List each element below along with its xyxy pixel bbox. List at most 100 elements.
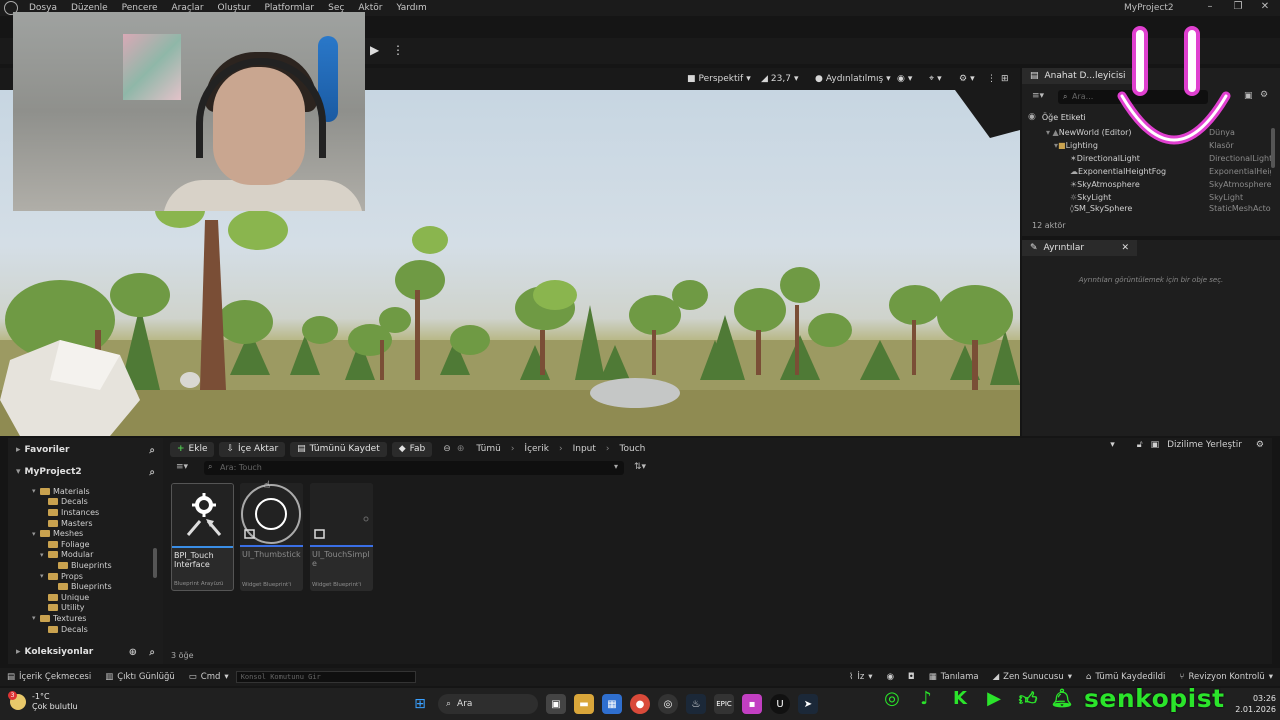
trace-button[interactable]: ⌇ İz ▾ (842, 672, 879, 682)
transform-tools-button[interactable]: ⌖ ▾ (924, 72, 947, 86)
tree-folder[interactable]: ▾ Meshes (8, 528, 158, 539)
tree-folder[interactable]: ▾ Modular (8, 550, 158, 561)
tree-folder[interactable]: ▾ Textures (8, 613, 158, 624)
output-log-button[interactable]: ▥ Çıktı Günlüğü (98, 672, 182, 682)
asset-tile[interactable]: UI_Thumbstick Widget Blueprint'i (240, 483, 303, 591)
search-icon[interactable]: ⌕ (149, 467, 155, 478)
history-back-icon[interactable]: ⊖ (443, 444, 451, 454)
outliner-row[interactable]: ☼ SkyLight SkyLight (1022, 191, 1272, 204)
unreal-engine-icon[interactable]: U (770, 694, 790, 714)
tree-folder[interactable]: Foliage (8, 539, 158, 550)
show-flags-button[interactable]: ◉ ▾ (892, 72, 917, 86)
details-tab-label: Ayrıntılar (1043, 243, 1085, 253)
folder-icon (48, 519, 58, 527)
record-icon: ◉ (886, 672, 894, 682)
snapshot-button[interactable]: ◘ (901, 672, 922, 682)
file-explorer-icon[interactable]: ▬ (574, 694, 594, 714)
lighting-mode-button[interactable]: ● Aydınlatılmış ▾ (810, 72, 896, 86)
system-clock[interactable]: 03:26 2.01.2026 (1232, 693, 1276, 715)
asset-tile[interactable]: UI_TouchSimple Widget Blueprint'i (310, 483, 373, 591)
obs-icon[interactable]: ◎ (658, 694, 678, 714)
layout-button[interactable]: ⊞ (996, 72, 1014, 86)
channel-brand: senkopist (1084, 684, 1225, 713)
console-command-input[interactable]: Konsol Komutunu Gir (235, 671, 416, 683)
project-section[interactable]: ▾ MyProject2 ⌕ (8, 462, 163, 482)
folder-tree-scrollbar[interactable] (153, 548, 157, 578)
store-icon[interactable]: ▦ (602, 694, 622, 714)
gear-icon[interactable]: ⚙ (1256, 440, 1264, 450)
menu-help[interactable]: Yardım (389, 3, 433, 13)
app-pink-icon[interactable]: ▪ (742, 694, 762, 714)
weather-widget[interactable]: 3 -1°C Çok bulutlu (8, 691, 78, 712)
tree-folder[interactable]: Decals (8, 497, 158, 508)
all-saved-button[interactable]: ⌂ Tümü Kaydedildi (1079, 672, 1172, 682)
record-button[interactable]: ◉ (880, 672, 901, 682)
chrome-icon[interactable]: ● (630, 694, 650, 714)
search-icon[interactable]: ⌕ (149, 445, 155, 456)
steam-alt-icon[interactable]: ➤ (798, 694, 818, 714)
sort-icon[interactable]: ⇅▾ (634, 462, 646, 472)
dock-in-layout-button[interactable]: Dizilime Yerleştir (1167, 440, 1242, 450)
tree-folder[interactable]: Instances (8, 507, 158, 518)
tab-details[interactable]: ✎ Ayrıntılar ✕ (1022, 240, 1138, 256)
save-all-button[interactable]: ▤ Tümünü Kaydet (290, 441, 387, 457)
fov-button[interactable]: ◢ 23,7 ▾ (756, 72, 804, 86)
filter-icon[interactable]: ≡▾ (176, 462, 188, 472)
revision-control-button[interactable]: ⑂ Revizyon Kontrolü ▾ (1172, 672, 1280, 682)
folder-icon (58, 561, 68, 569)
cmd-dropdown[interactable]: ▭ Cmd ▾ (182, 672, 236, 682)
chevron-down-icon: ▾ (970, 74, 975, 84)
filter-icon[interactable]: ≡▾ (1032, 91, 1044, 101)
perspective-button[interactable]: ■ Perspektif ▾ (682, 72, 756, 86)
zen-server-button[interactable]: ◢ Zen Sunucusu ▾ (986, 672, 1079, 682)
history-forward-icon[interactable]: ⊕ (457, 444, 465, 454)
tree-folder[interactable]: ▾ Props (8, 571, 158, 582)
task-view-icon[interactable]: ▣ (546, 694, 566, 714)
epic-games-icon[interactable]: EPIC (714, 694, 734, 714)
chevron-down-icon[interactable]: ▾ (1110, 440, 1115, 450)
breadcrumb-content[interactable]: İçerik (524, 444, 549, 454)
folder-icon (48, 551, 58, 559)
import-button[interactable]: ⇩ İçe Aktar (219, 441, 286, 457)
add-folder-icon[interactable]: ▣ (1244, 91, 1253, 101)
maximize-icon[interactable]: ❐ (1229, 1, 1247, 12)
breadcrumb-input[interactable]: Input (573, 444, 596, 454)
chevron-down-icon[interactable]: ▾ (614, 462, 618, 471)
outliner-row[interactable]: ☁ ExponentialHeightFogExponentialHeightF… (1022, 165, 1272, 178)
lock-icon[interactable]: 🔓︎ (1137, 440, 1143, 450)
viewport-settings-button[interactable]: ⚙ ▾ (954, 72, 980, 86)
tree-folder[interactable]: Decals (8, 624, 158, 635)
add-collection-icon[interactable]: ⊕ (129, 647, 137, 658)
tree-folder[interactable]: Unique (8, 592, 158, 603)
item-label-column[interactable]: Öğe Etiketi (1042, 113, 1086, 122)
close-icon[interactable]: ✕ (1122, 243, 1130, 253)
breadcrumb-touch[interactable]: Touch (620, 444, 646, 454)
steam-icon[interactable]: ♨ (686, 694, 706, 714)
tree-folder[interactable]: Blueprints (8, 581, 158, 592)
windows-start-icon[interactable]: ⊞ (410, 694, 430, 714)
outliner-row[interactable]: ☀ SkyAtmosphere SkyAtmosphere (1022, 178, 1272, 191)
collections-section[interactable]: ▸ Koleksiyonlar ⊕ ⌕ (8, 642, 163, 662)
breadcrumb-all[interactable]: Tümü (476, 444, 500, 454)
fab-button[interactable]: ◆ Fab (391, 441, 433, 457)
outliner-scrollbar[interactable] (1271, 128, 1275, 168)
favorites-section[interactable]: ▸ Favoriler ⌕ (8, 440, 163, 460)
play-icon[interactable]: ▶ (370, 43, 379, 57)
tree-folder[interactable]: ▾ Materials (8, 486, 158, 497)
outliner-row[interactable]: ◊ SM_SkySphere StaticMeshActor (1022, 204, 1272, 213)
asset-search-input[interactable]: Ara: Touch (204, 461, 624, 475)
tree-folder[interactable]: Masters (8, 518, 158, 529)
add-button[interactable]: + Ekle (170, 441, 215, 457)
content-drawer-button[interactable]: ▤ İçerik Çekmecesi (0, 672, 98, 682)
asset-tile[interactable]: BPI_Touch Interface Blueprint Arayüzü (171, 483, 234, 591)
taskbar-search[interactable]: ⌕ Ara (438, 694, 538, 714)
close-icon[interactable]: ✕ (1256, 1, 1274, 12)
search-icon[interactable]: ⌕ (149, 647, 155, 658)
minimize-icon[interactable]: – (1201, 1, 1219, 12)
tree-folder[interactable]: Utility (8, 603, 158, 614)
more-options-icon[interactable]: ⋮ (392, 43, 404, 57)
diagnostics-button[interactable]: ▦ Tanılama (922, 672, 986, 682)
tree-folder[interactable]: Blueprints (8, 560, 158, 571)
gear-icon[interactable]: ⚙ (1260, 90, 1268, 100)
visibility-eye-icon[interactable]: ◉ (1028, 112, 1036, 122)
